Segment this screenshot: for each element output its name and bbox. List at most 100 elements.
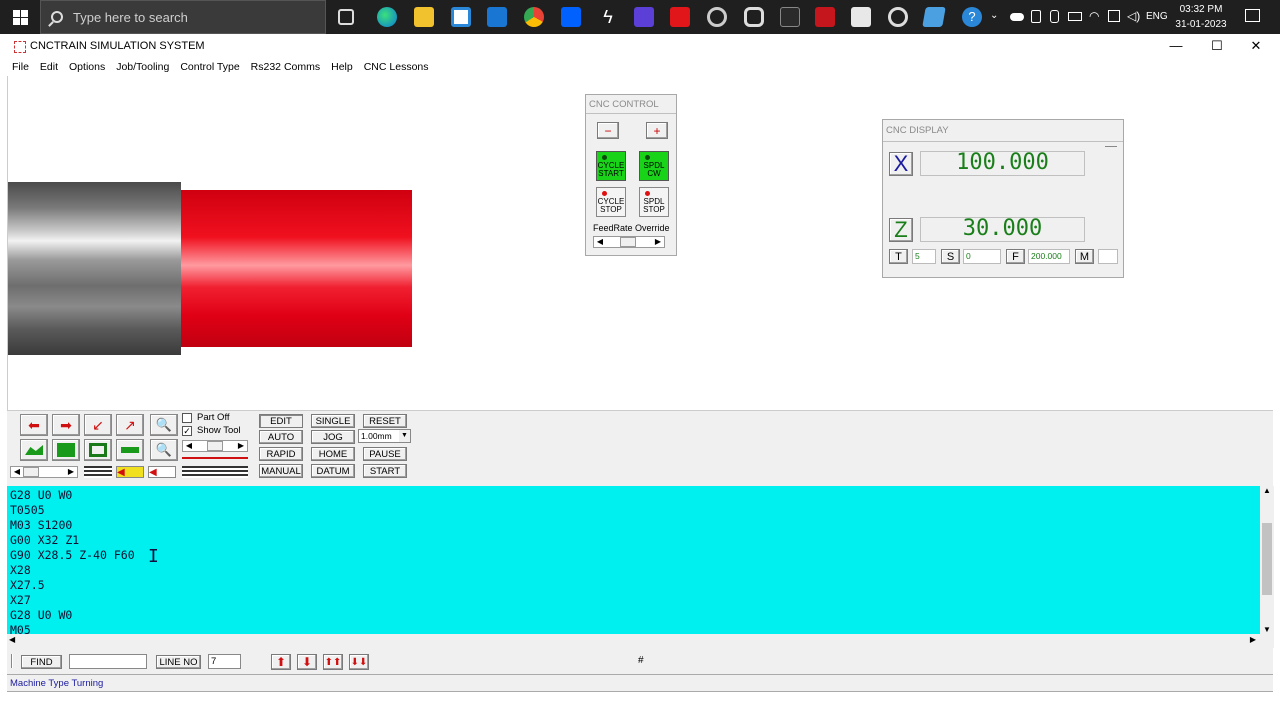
chevron-left-icon[interactable]: ◀ [9, 635, 15, 644]
menu-help[interactable]: Help [331, 60, 353, 76]
datum-button[interactable]: DATUM [311, 464, 355, 478]
app-blue-icon[interactable] [922, 7, 946, 27]
auto-button[interactable]: AUTO [259, 430, 303, 444]
close-button[interactable]: ✕ [1236, 38, 1276, 56]
menu-file[interactable]: File [12, 60, 29, 76]
usb-icon[interactable] [1050, 10, 1059, 23]
dropbox-icon[interactable] [561, 7, 581, 27]
app-video-icon[interactable] [634, 7, 654, 27]
file-explorer-icon[interactable] [414, 7, 434, 27]
line-no-button[interactable]: LINE NO [156, 655, 201, 669]
edit-button[interactable]: EDIT [259, 414, 303, 428]
line-down-button[interactable]: ⬇ [297, 654, 317, 670]
help-icon[interactable]: ? [962, 7, 982, 27]
slider-thumb[interactable] [23, 467, 39, 477]
s-button[interactable]: S [941, 249, 960, 264]
app-ring-icon[interactable] [707, 7, 727, 27]
menu-edit[interactable]: Edit [40, 60, 58, 76]
jog-step-select[interactable]: 1.00mm ▼ [358, 429, 411, 443]
tool-red-icon[interactable]: ◀ [148, 466, 176, 478]
spindle-cw-button[interactable]: SPDL CW [639, 151, 669, 181]
t-button[interactable]: T [889, 249, 908, 264]
workbench-icon[interactable] [780, 7, 800, 27]
chrome-icon[interactable] [524, 7, 544, 27]
m-button[interactable]: M [1075, 249, 1094, 264]
chevron-down-icon[interactable]: ▼ [1263, 625, 1271, 634]
home-button[interactable]: HOME [311, 447, 355, 461]
stock-pattern-icon[interactable] [84, 466, 112, 478]
tool-slider[interactable]: ◀ ▶ [182, 440, 248, 452]
menu-rs232-comms[interactable]: Rs232 Comms [251, 60, 320, 76]
view-solid-button[interactable] [52, 439, 80, 461]
zoom-out-button[interactable]: 🔍 [150, 414, 178, 436]
store-icon[interactable] [451, 7, 471, 27]
find-input[interactable] [69, 654, 147, 669]
zoom-in-button[interactable]: 🔍 [150, 439, 178, 461]
volume-icon[interactable]: ◁) [1127, 9, 1140, 23]
z-axis-button[interactable]: Z [889, 217, 913, 242]
display-icon[interactable] [1108, 10, 1120, 22]
app-loop-icon[interactable] [744, 7, 764, 27]
page-down-button[interactable]: ⬇⬇ [349, 654, 369, 670]
view-section-button[interactable] [116, 439, 144, 461]
rapid-button[interactable]: RAPID [259, 447, 303, 461]
view-scroll-slider[interactable]: ◀ ▶ [10, 466, 78, 478]
reset-button[interactable]: RESET [363, 414, 407, 428]
jog-button[interactable]: JOG [311, 430, 355, 444]
arrow-left-icon[interactable]: ◀ [11, 467, 23, 477]
chevron-down-icon[interactable]: ▼ [399, 430, 410, 442]
menu-job-tooling[interactable]: Job/Tooling [116, 60, 169, 76]
notifications-icon[interactable] [1245, 9, 1260, 22]
clock-app-icon[interactable] [888, 7, 908, 27]
cycle-stop-button[interactable]: CYCLE STOP [596, 187, 626, 217]
x-axis-button[interactable]: X [889, 151, 913, 176]
feedrate-override-slider[interactable]: ◀ ▶ [593, 236, 665, 248]
line-no-input[interactable]: 7 [208, 654, 241, 669]
battery-icon[interactable] [1068, 12, 1082, 21]
arrow-left-icon[interactable]: ◀ [594, 237, 606, 247]
part-off-checkbox[interactable] [182, 413, 192, 423]
arrow-right-icon[interactable]: ▶ [65, 467, 77, 477]
cycle-start-button[interactable]: CYCLE START [596, 151, 626, 181]
menu-control-type[interactable]: Control Type [180, 60, 239, 76]
acrobat-icon[interactable] [670, 7, 690, 27]
slider-thumb[interactable] [207, 441, 223, 451]
scrollbar-thumb[interactable] [1262, 523, 1272, 595]
solidworks-icon[interactable] [815, 7, 835, 27]
move-left-button[interactable]: ⬅ [20, 414, 48, 436]
edge-icon[interactable] [377, 7, 397, 27]
slider-thumb[interactable] [620, 237, 636, 247]
start-button[interactable]: START [363, 464, 407, 478]
move-diag-down-button[interactable]: ↙ [84, 414, 112, 436]
taskbar-search[interactable]: Type here to search [40, 0, 326, 34]
manual-button[interactable]: MANUAL [259, 464, 303, 478]
editor-horizontal-scrollbar[interactable]: ◀ ▶ [7, 634, 1274, 648]
move-diag-up-button[interactable]: ↗ [116, 414, 144, 436]
plus-button[interactable]: + [646, 122, 668, 139]
program-editor[interactable]: G28 U0 W0 T0505 M03 S1200 G00 X32 Z1 G90… [7, 486, 1260, 634]
language-indicator[interactable]: ENG [1146, 11, 1168, 22]
spindle-stop-button[interactable]: SPDL STOP [639, 187, 669, 217]
arrow-left-icon[interactable]: ◀ [183, 441, 195, 451]
start-button[interactable] [0, 0, 40, 34]
cnctrain-icon[interactable] [851, 7, 871, 27]
chevron-up-icon[interactable]: ▲ [1263, 486, 1271, 495]
tablet-icon[interactable] [1031, 10, 1041, 23]
taskbar-clock[interactable]: 03:32 PM 31-01-2023 [1166, 2, 1236, 32]
minus-button[interactable]: − [597, 122, 619, 139]
app-bolt-icon[interactable]: ϟ [598, 7, 618, 27]
move-right-button[interactable]: ➡ [52, 414, 80, 436]
cloud-icon[interactable] [1010, 13, 1024, 21]
f-button[interactable]: F [1006, 249, 1025, 264]
page-up-button[interactable]: ⬆⬆ [323, 654, 343, 670]
minimize-button[interactable]: — [1156, 38, 1196, 56]
menu-options[interactable]: Options [69, 60, 105, 76]
chevron-right-icon[interactable]: ▶ [1250, 635, 1256, 644]
editor-vertical-scrollbar[interactable]: ▲ ▼ [1260, 486, 1274, 634]
view-profile-button[interactable] [20, 439, 48, 461]
tool-yellow-icon[interactable]: ◀ [116, 466, 144, 478]
view-fit-button[interactable] [84, 439, 112, 461]
stock-pattern-icon[interactable] [182, 466, 248, 478]
wifi-icon[interactable]: ◠ [1089, 9, 1099, 23]
show-tool-checkbox[interactable]: ✓ [182, 426, 192, 436]
